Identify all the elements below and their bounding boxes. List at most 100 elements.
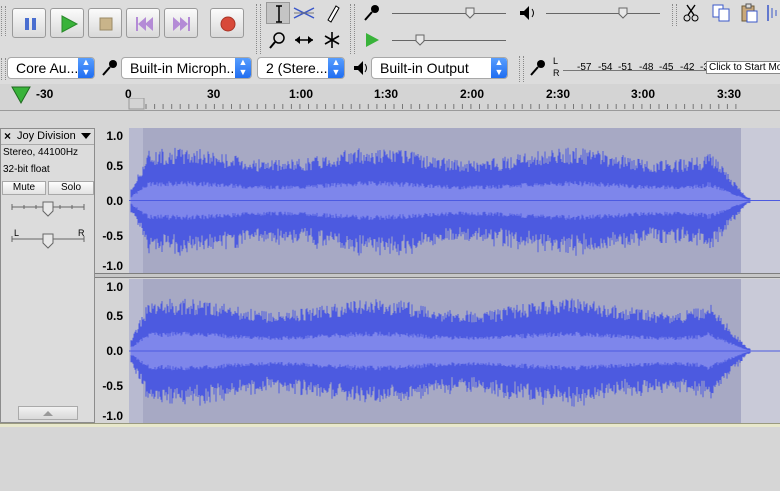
multi-tool-icon: [324, 32, 340, 48]
pan-slider-thumb: [42, 233, 54, 249]
record-volume-slider-thumb[interactable]: [465, 7, 475, 19]
amplitude-label: -0.5: [102, 229, 123, 243]
track-menu-dropdown-icon[interactable]: [80, 132, 92, 140]
timeline-ruler[interactable]: -30 0 30 1:00 1:30 2:00 2:30 3:00 3:30: [0, 84, 780, 111]
channel-2-vertical-ruler[interactable]: 1.0 0.5 0.0 -0.5 -1.0: [95, 279, 129, 423]
amplitude-label: 0.5: [106, 159, 123, 173]
input-device-select[interactable]: Built-in Microph... ▲ ▼: [121, 57, 252, 79]
paste-button[interactable]: [738, 2, 762, 24]
ruler-ticks: [128, 98, 737, 110]
output-device-select[interactable]: Built-in Output ▲ ▼: [371, 57, 508, 79]
cut-button[interactable]: [680, 2, 704, 24]
chevron-updown-icon: ▲ ▼: [235, 58, 251, 78]
input-microphone-icon: [102, 60, 117, 76]
edit-toolbar-grip[interactable]: [672, 4, 677, 26]
stop-button[interactable]: [88, 8, 122, 38]
meter-scale-label: -51: [618, 62, 633, 73]
solo-button[interactable]: Solo: [48, 181, 94, 195]
amplitude-label: 1.0: [106, 280, 123, 294]
draw-tool[interactable]: [320, 2, 344, 24]
gain-slider-thumb: [42, 201, 54, 217]
multi-tool[interactable]: [320, 29, 344, 51]
meter-right-label: R: [553, 68, 560, 78]
pause-icon: [25, 18, 36, 30]
envelope-tool[interactable]: [292, 2, 316, 24]
play-speed-slider-track[interactable]: [392, 40, 506, 41]
chevron-updown-icon: ▲ ▼: [328, 58, 344, 78]
skip-to-end-icon: [173, 17, 190, 31]
tools-toolbar-grip[interactable]: [256, 4, 261, 54]
time-shift-tool-icon: [295, 36, 313, 44]
track-name: Joy Division: [17, 130, 76, 142]
selection-tool[interactable]: [266, 2, 290, 24]
record-icon: [220, 16, 236, 32]
copy-button[interactable]: [710, 2, 734, 24]
gain-slider[interactable]: [9, 201, 87, 221]
input-channels-select[interactable]: 2 (Stere... ▲ ▼: [257, 57, 345, 79]
device-toolbar-grip[interactable]: [1, 58, 6, 80]
track-info-rate: Stereo, 44100Hz: [3, 147, 79, 158]
play-speed-slider-thumb[interactable]: [415, 34, 425, 46]
meter-microphone-icon: [530, 60, 545, 76]
amplitude-label: 1.0: [106, 129, 123, 143]
mixer-toolbar-grip[interactable]: [350, 4, 355, 54]
scissors-icon: [683, 4, 699, 22]
output-speaker-icon: [354, 61, 367, 75]
play-button[interactable]: [50, 8, 84, 38]
track-close-button[interactable]: ×: [4, 129, 11, 143]
output-device-value: Built-in Output: [380, 60, 469, 76]
meter-scale-label: -54: [598, 62, 613, 73]
track-title-bar[interactable]: × Joy Division: [1, 129, 94, 145]
meter-scale-label: -45: [659, 62, 674, 73]
meter-scale-label: -42: [680, 62, 695, 73]
zoom-tool-icon: [269, 32, 285, 49]
channel-separator[interactable]: [95, 273, 780, 278]
pan-slider[interactable]: [9, 233, 87, 253]
zoom-tool[interactable]: [266, 29, 290, 51]
draw-tool-icon: [327, 5, 340, 23]
selection-tool-icon: [276, 5, 282, 23]
input-channels-value: 2 (Stere...: [266, 60, 328, 76]
audio-host-value: Core Au...: [16, 60, 79, 76]
envelope-tool-icon: [293, 7, 315, 19]
meter-scale-label: -48: [639, 62, 654, 73]
collapse-arrow-icon: [43, 411, 53, 416]
channel-1-waveform-area[interactable]: [129, 128, 780, 273]
amplitude-label: 0.0: [106, 344, 123, 358]
mute-button[interactable]: Mute: [2, 181, 46, 195]
chevron-updown-icon: ▲ ▼: [491, 58, 507, 78]
playback-volume-slider-track[interactable]: [546, 13, 660, 14]
recording-meter[interactable]: -57 -54 -51 -48 -45 -42 -3 Click to Star…: [563, 58, 780, 78]
amplitude-label: -1.0: [102, 259, 123, 273]
meter-left-label: L: [553, 56, 559, 66]
meter-scale-label: -57: [577, 62, 592, 73]
meter-tooltip: Click to Start Mo: [706, 61, 780, 74]
chevron-updown-icon: ▲ ▼: [78, 58, 94, 78]
play-at-speed-button[interactable]: [360, 29, 384, 51]
skip-to-end-button[interactable]: [164, 8, 198, 38]
skip-to-start-button[interactable]: [126, 8, 160, 38]
amplitude-label: 0.0: [106, 194, 123, 208]
audio-host-select[interactable]: Core Au... ▲ ▼: [7, 57, 95, 79]
input-device-value: Built-in Microph...: [130, 60, 239, 76]
speaker-icon: [520, 6, 534, 20]
record-button[interactable]: [210, 8, 244, 38]
channel-1-vertical-ruler[interactable]: 1.0 0.5 0.0 -0.5 -1.0: [95, 128, 129, 273]
amplitude-label: -0.5: [102, 379, 123, 393]
collapse-track-button[interactable]: [18, 406, 78, 420]
transport-toolbar-grip[interactable]: [1, 6, 6, 36]
copy-icon: [712, 4, 730, 22]
amplitude-label: -1.0: [102, 409, 123, 423]
channel-1-waveform: [129, 128, 780, 273]
meter-toolbar-grip[interactable]: [519, 56, 524, 82]
play-at-speed-icon: [366, 33, 379, 47]
time-shift-tool[interactable]: [292, 29, 316, 51]
channel-2-waveform-area[interactable]: [129, 279, 780, 423]
empty-project-area[interactable]: [0, 427, 780, 491]
skip-to-start-icon: [136, 17, 153, 31]
pause-button[interactable]: [12, 8, 46, 38]
stop-icon: [99, 17, 113, 31]
playback-volume-slider-thumb[interactable]: [618, 7, 628, 19]
record-volume-slider-track[interactable]: [392, 13, 506, 14]
trim-button[interactable]: [764, 2, 780, 24]
